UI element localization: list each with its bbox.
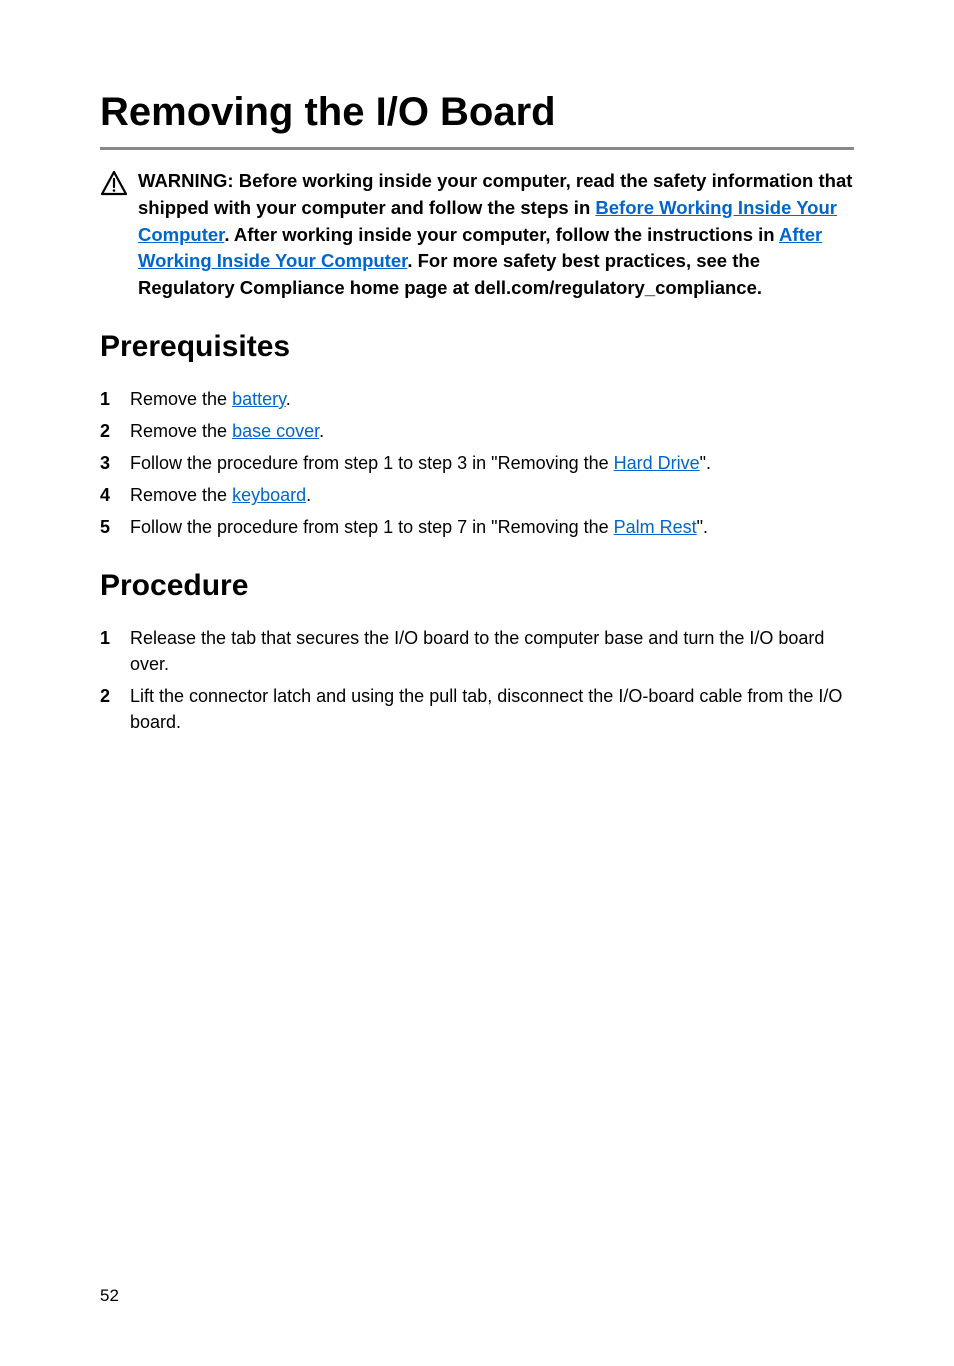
page-number: 52 bbox=[100, 1286, 119, 1306]
link-hard-drive[interactable]: Hard Drive bbox=[614, 453, 700, 473]
link-base-cover[interactable]: base cover bbox=[232, 421, 319, 441]
procedure-heading: Procedure bbox=[100, 569, 854, 603]
list-item: Lift the connector latch and using the p… bbox=[100, 683, 854, 735]
prerequisites-list: Remove the battery. Remove the base cove… bbox=[100, 386, 854, 540]
warning-icon bbox=[100, 170, 128, 201]
list-item: Follow the procedure from step 1 to step… bbox=[100, 450, 854, 476]
list-item: Remove the base cover. bbox=[100, 418, 854, 444]
link-keyboard[interactable]: keyboard bbox=[232, 485, 306, 505]
page-title: Removing the I/O Board bbox=[100, 90, 854, 150]
link-palm-rest[interactable]: Palm Rest bbox=[614, 517, 697, 537]
list-item: Release the tab that secures the I/O boa… bbox=[100, 625, 854, 677]
warning-text: WARNING: Before working inside your comp… bbox=[138, 168, 854, 302]
link-battery[interactable]: battery bbox=[232, 389, 286, 409]
list-item: Follow the procedure from step 1 to step… bbox=[100, 514, 854, 540]
list-item: Remove the keyboard. bbox=[100, 482, 854, 508]
prerequisites-heading: Prerequisites bbox=[100, 330, 854, 364]
list-item: Remove the battery. bbox=[100, 386, 854, 412]
procedure-list: Release the tab that secures the I/O boa… bbox=[100, 625, 854, 735]
warning-block: WARNING: Before working inside your comp… bbox=[100, 168, 854, 302]
